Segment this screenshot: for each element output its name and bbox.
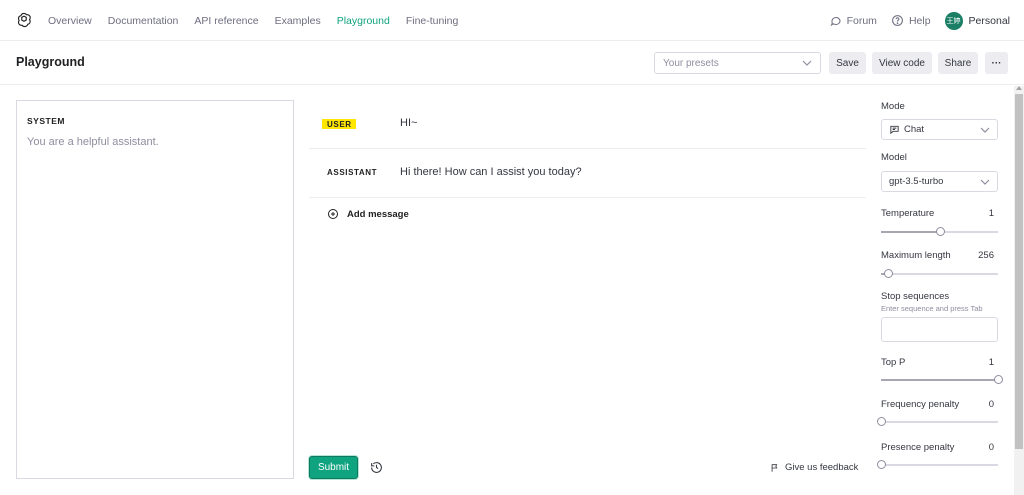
scroll-up-arrow-icon[interactable] [1016,86,1022,90]
temperature-label: Temperature [881,208,935,219]
avatar: 王婷 [944,11,963,30]
history-icon[interactable] [370,461,383,474]
top-navigation: Overview Documentation API reference Exa… [0,0,1024,41]
mode-select[interactable]: Chat [881,119,998,140]
stop-sequences-label: Stop sequences [881,291,950,302]
nav-link-playground[interactable]: Playground [337,15,390,27]
model-label: Model [881,152,907,163]
help-label: Help [908,14,931,27]
nav-link-documentation[interactable]: Documentation [108,15,179,27]
nav-right: Forum Help 王婷 Personal [816,0,1010,41]
feedback-label: Give us feedback [785,462,859,473]
slider-thumb[interactable] [884,269,894,278]
nav-links: Overview Documentation API reference Exa… [48,0,474,41]
more-options-button[interactable]: ··· [985,52,1008,74]
forum-label: Forum [846,14,877,27]
role-label-assistant[interactable]: ASSISTANT [327,168,377,177]
max-length-value[interactable]: 256 [978,250,994,261]
message-row-assistant[interactable]: ASSISTANT Hi there! How can I assist you… [309,149,866,198]
submit-button[interactable]: Submit [309,456,358,479]
slider-thumb[interactable] [877,460,886,469]
message-row-user[interactable]: USER HI~ [309,100,866,149]
account-label: Personal [968,14,1010,27]
forum-link[interactable]: Forum [830,15,877,27]
presence-penalty-slider[interactable] [877,460,998,469]
presets-select[interactable]: Your presets [654,52,821,74]
mode-label: Mode [881,101,905,112]
nav-link-fine-tuning[interactable]: Fine-tuning [406,15,459,27]
flag-icon [771,463,778,472]
help-link[interactable]: Help [891,14,931,27]
add-message-button[interactable]: Add message [327,208,409,220]
top-p-label: Top P [881,357,906,368]
mode-value: Chat [904,124,925,135]
model-select[interactable]: gpt-3.5-turbo [881,171,998,192]
account-menu[interactable]: 王婷 Personal [944,11,1010,30]
chevron-down-icon [980,179,990,185]
temperature-slider[interactable] [881,227,998,236]
chevron-down-icon [802,60,812,66]
save-button[interactable]: Save [829,52,866,74]
slider-thumb[interactable] [935,227,945,236]
chat-bubble-icon [890,125,899,135]
chat-bubble-icon [830,16,841,26]
message-text-assistant[interactable]: Hi there! How can I assist you today? [400,166,582,178]
share-button[interactable]: Share [938,52,978,74]
system-panel[interactable]: SYSTEM You are a helpful assistant. [16,100,294,479]
settings-panel: Mode Chat Model gpt-3.5-turbo Temperatur… [869,86,1014,495]
chevron-down-icon [980,127,990,133]
scrollbar-thumb[interactable] [1015,94,1023,449]
plus-circle-icon [328,209,338,219]
system-message-input[interactable]: You are a helpful assistant. [27,136,159,148]
presence-penalty-value[interactable]: 0 [989,442,994,453]
slider-thumb[interactable] [994,375,1003,384]
stop-sequences-hint: Enter sequence and press Tab [881,304,983,313]
presence-penalty-label: Presence penalty [881,442,955,453]
max-length-slider[interactable] [881,269,998,278]
slider-thumb[interactable] [877,417,886,426]
view-code-button[interactable]: View code [872,52,932,74]
message-text-user[interactable]: HI~ [400,117,417,129]
page-title: Playground [16,55,85,69]
model-value: gpt-3.5-turbo [889,176,944,187]
frequency-penalty-value[interactable]: 0 [989,399,994,410]
settings-scrollbar[interactable] [1014,86,1024,495]
nav-link-examples[interactable]: Examples [275,15,321,27]
temperature-value[interactable]: 1 [989,208,994,219]
top-p-value[interactable]: 1 [989,357,994,368]
frequency-penalty-label: Frequency penalty [881,399,960,410]
presets-placeholder: Your presets [663,58,719,69]
max-length-label: Maximum length [881,250,951,261]
stop-sequences-input[interactable] [881,317,998,342]
add-message-label: Add message [347,208,409,220]
page-header: Playground Your presets Save View code S… [0,41,1024,85]
help-circle-icon [892,15,903,26]
feedback-link[interactable]: Give us feedback [770,462,858,473]
openai-logo-icon[interactable] [15,11,33,29]
nav-link-api-reference[interactable]: API reference [194,15,258,27]
nav-link-overview[interactable]: Overview [48,15,92,27]
frequency-penalty-slider[interactable] [877,417,998,426]
role-label-user[interactable]: USER [322,119,356,129]
top-p-slider[interactable] [881,375,1003,384]
system-label: SYSTEM [27,116,65,126]
